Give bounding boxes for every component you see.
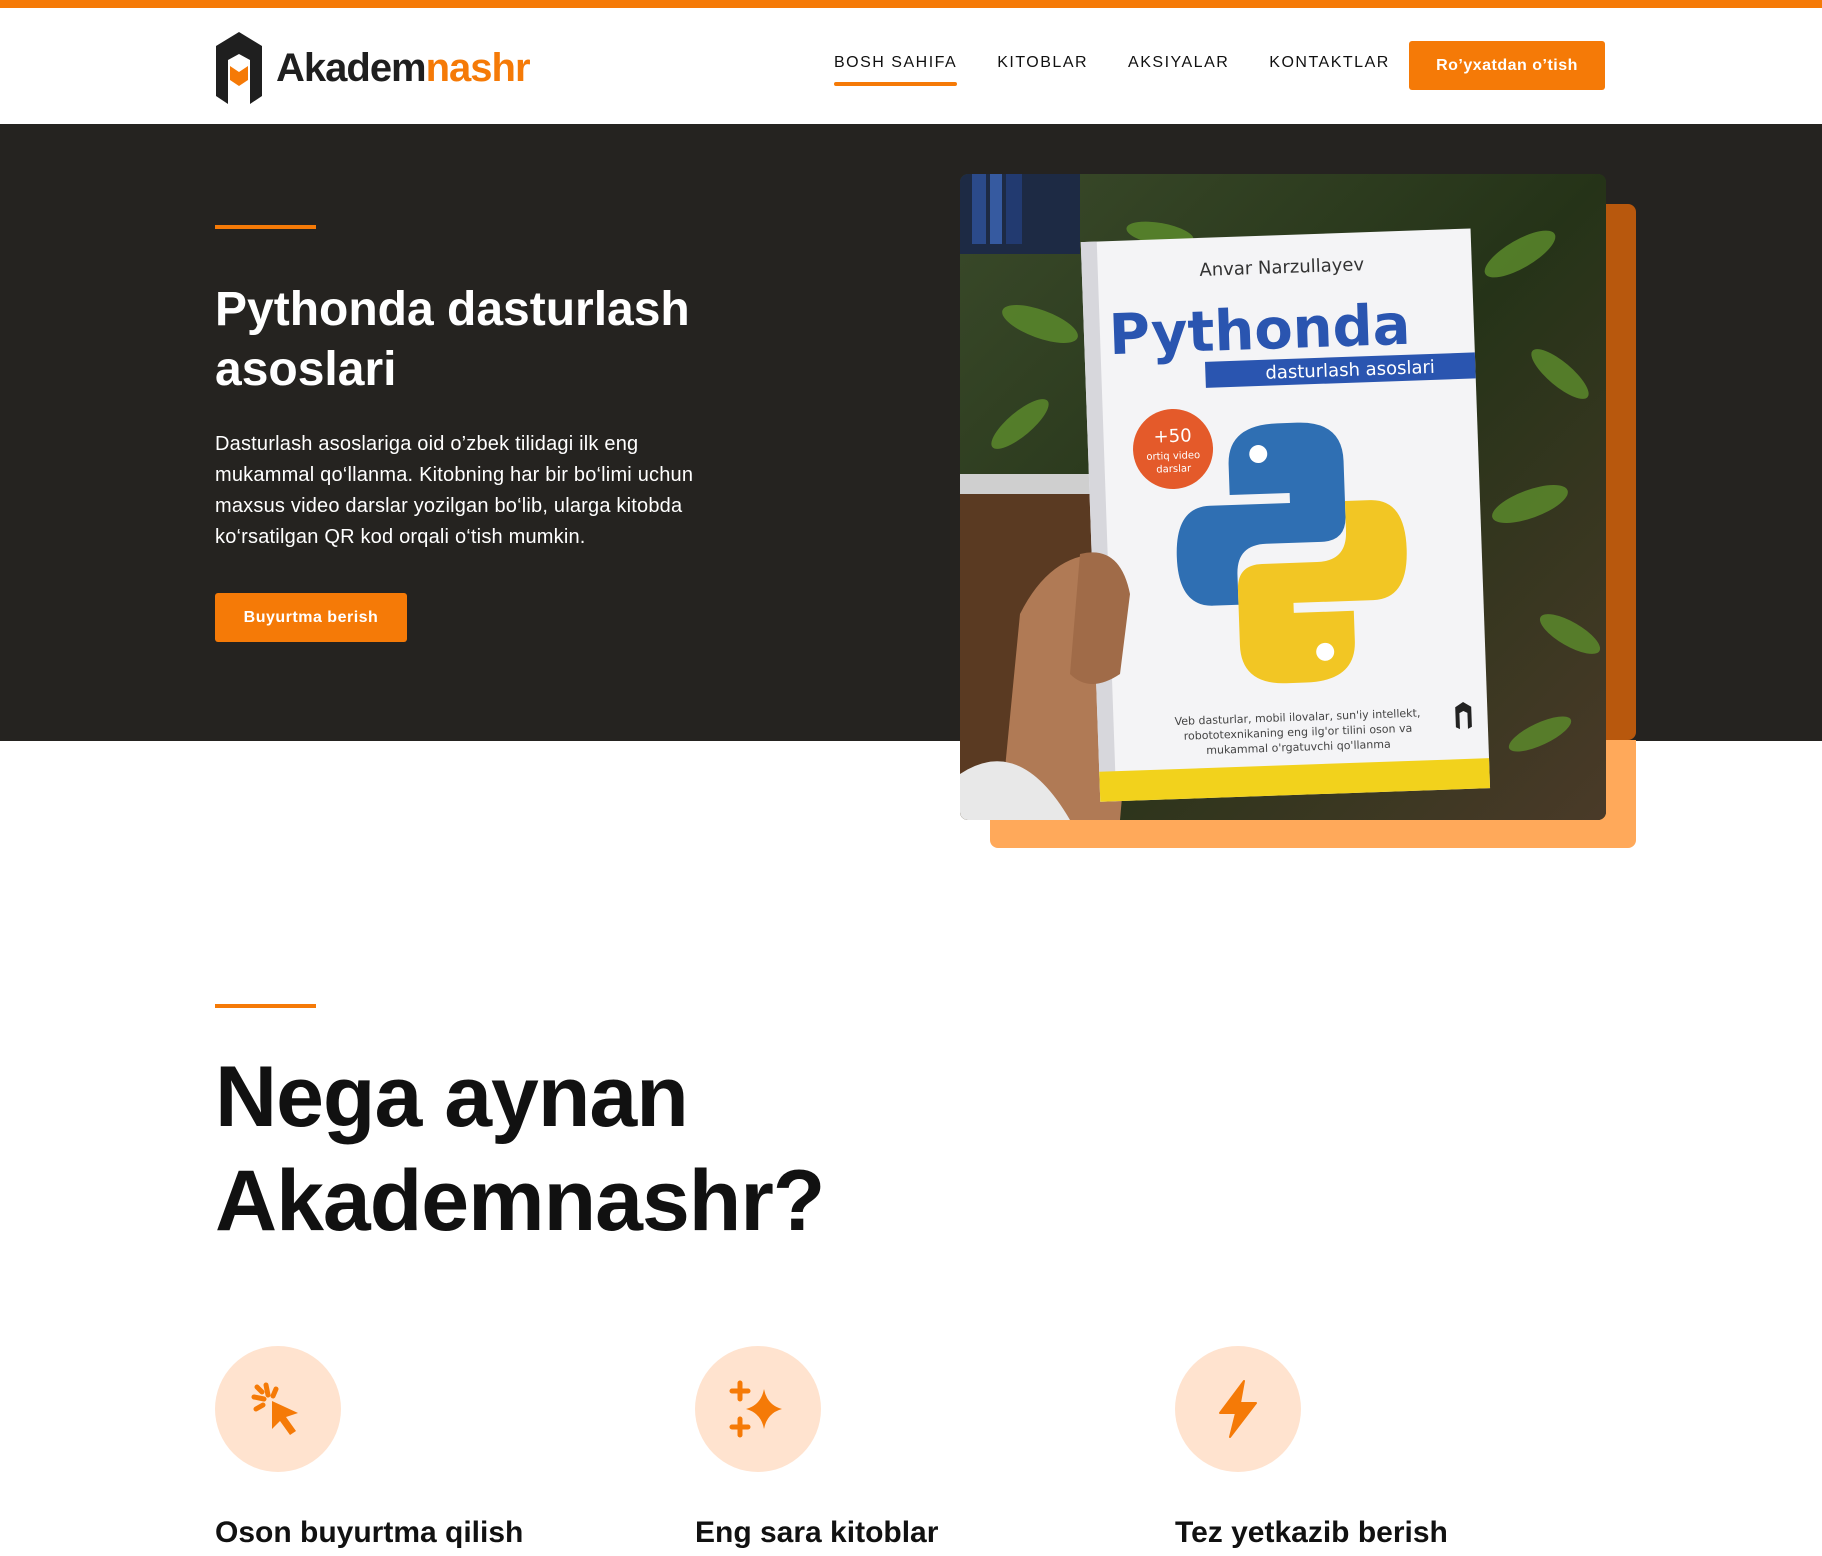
lightning-icon	[1219, 1380, 1257, 1438]
main-nav: BOSH SAHIFA KITOBLAR AKSIYALAR KONTAKTLA…	[834, 54, 1430, 86]
section-accent-line	[215, 1004, 316, 1008]
feature-title: Tez yetkazib berish	[1175, 1516, 1448, 1549]
svg-text:ortiq video: ortiq video	[1146, 450, 1200, 463]
signup-button[interactable]: Ro’yxatdan o’tish	[1409, 41, 1605, 90]
svg-text:+50: +50	[1153, 425, 1192, 447]
why-section-title: Nega aynan Akademnashr?	[215, 1049, 825, 1249]
nav-item-contacts[interactable]: KONTAKTLAR	[1269, 54, 1390, 80]
feature-best-books: Eng sara kitoblar	[695, 1346, 1055, 1550]
logo-icon	[216, 32, 262, 104]
hero-title: Pythonda dasturlash asoslari	[215, 283, 690, 396]
nav-item-books[interactable]: KITOBLAR	[997, 54, 1088, 80]
nav-item-promotions[interactable]: AKSIYALAR	[1128, 54, 1229, 80]
site-header: Akademnashr BOSH SAHIFA KITOBLAR AKSIYAL…	[0, 8, 1822, 124]
svg-text:darslar: darslar	[1156, 463, 1192, 475]
brand-name: Akademnashr	[276, 45, 531, 90]
logo[interactable]: Akademnashr	[214, 28, 531, 108]
order-button[interactable]: Buyurtma berish	[215, 593, 407, 642]
book-photo-illustration: Anvar Narzullayev Pythonda dasturlash as…	[960, 174, 1606, 820]
feature-icon-circle	[695, 1346, 821, 1472]
top-accent-bar	[0, 0, 1822, 8]
feature-icon-circle	[1175, 1346, 1301, 1472]
feature-fast-delivery: Tez yetkazib berish	[1175, 1346, 1535, 1550]
hero-accent-line	[215, 225, 316, 229]
feature-easy-order: Oson buyurtma qilish	[215, 1346, 575, 1550]
book-photo: Anvar Narzullayev Pythonda dasturlash as…	[960, 174, 1606, 820]
cursor-click-icon	[251, 1382, 298, 1435]
feature-title: Eng sara kitoblar	[695, 1516, 939, 1549]
nav-item-home[interactable]: BOSH SAHIFA	[834, 54, 958, 86]
feature-icon-circle	[215, 1346, 341, 1472]
feature-title: Oson buyurtma qilish	[215, 1516, 524, 1549]
sparkles-icon	[729, 1380, 782, 1438]
hero-description: Dasturlash asoslariga oid o’zbek tilidag…	[215, 433, 694, 548]
